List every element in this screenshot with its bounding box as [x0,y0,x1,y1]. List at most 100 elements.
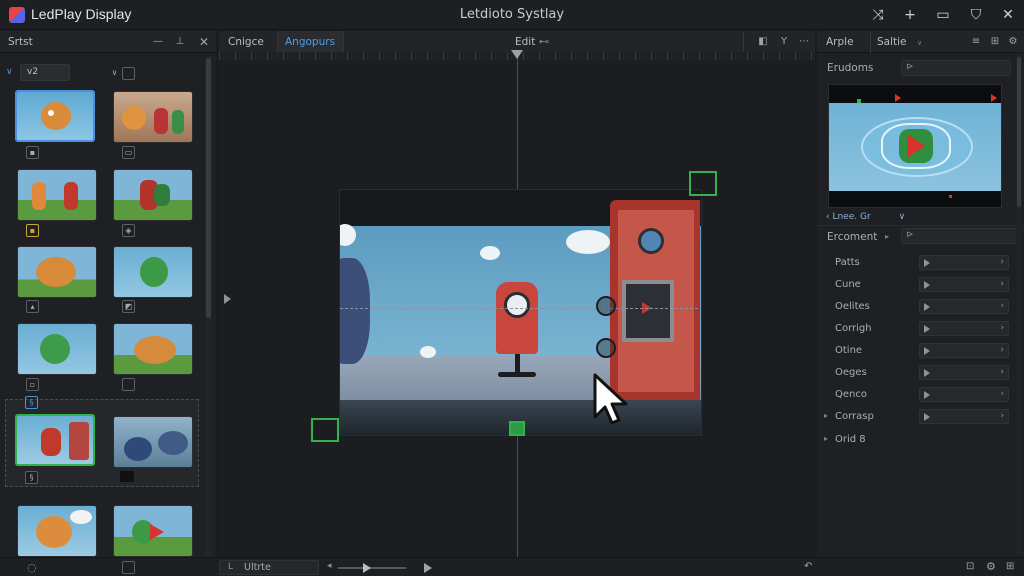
clip-type-icon: ◩ [122,300,135,313]
media-thumbnail[interactable] [113,323,193,375]
resize-handle-bottom-left[interactable] [311,418,339,442]
filter-icon[interactable]: Y [777,35,791,49]
prop-label-oeges: Oeges [835,367,867,378]
grid-icon[interactable]: ⊞ [988,35,1002,49]
chevron-right-icon[interactable]: ▸ [824,411,828,420]
tab-saltie[interactable]: Saltie [877,36,907,48]
clip-type-icon: ▭ [122,146,135,159]
media-thumbnail[interactable] [113,505,193,557]
effect-preview[interactable] [828,84,1002,208]
timeline-marker-icon: ᒪ [228,562,234,572]
scene-preview[interactable] [339,189,702,436]
tab-angopurs-bg[interactable]: Angopurs [277,31,344,53]
media-thumbnail[interactable] [17,505,97,557]
prop-field-cune[interactable]: › [919,277,1009,292]
prop-field-corrigh[interactable]: › [919,321,1009,336]
undo-icon[interactable]: ↶ [804,561,812,572]
timeline-field[interactable]: ᒪ Ultrte [219,560,319,575]
clip-type-icon: ◈ [122,224,135,237]
media-thumbnail[interactable] [17,246,97,298]
layer-icon[interactable] [122,561,135,574]
collapse-icon[interactable]: ⤨ [869,6,887,24]
chevron-right-icon[interactable]: ▸ [824,434,828,443]
resize-handle-top-right[interactable] [689,171,717,196]
media-panel-title: Srtst [8,36,33,48]
new-folder-icon[interactable] [122,67,135,80]
scrub-track[interactable] [338,567,406,569]
media-thumbnail[interactable] [113,91,193,143]
media-scrollbar[interactable] [205,56,212,556]
media-thumbnail[interactable] [113,246,193,298]
chevron-down-icon[interactable]: ∨ [899,212,906,222]
media-panel: Srtst — ⊥ ✕ ∨ v2 ∨ ▪ ▭ ▪ ◈ ▴ ◩ ▫ § § [0,31,216,557]
section-erudoms-field[interactable]: ⊳ [901,60,1011,76]
plus-icon[interactable]: + [901,6,919,24]
prop-label-corrasp: Corrasp [835,411,874,422]
link-icon[interactable]: § [25,396,38,409]
next-icon[interactable] [424,563,432,573]
title-bar: LedPlay Display Letdioto Systlay ⤨ + ▭ ⛉… [0,0,1024,30]
rotate-handle[interactable] [596,338,616,358]
clip-type-icon: ▴ [26,300,39,313]
properties-scrollbar-thumb[interactable] [1017,57,1021,207]
export-icon[interactable]: ⊡ [966,561,974,572]
mouse-cursor-icon [593,373,628,425]
rotate-handle[interactable] [596,296,616,316]
save-icon[interactable]: ▭ [934,6,952,24]
minimize-icon[interactable]: — [151,35,165,49]
tab-cnigce[interactable]: Cnigce [228,36,264,48]
resize-handle-bottom[interactable] [509,421,525,436]
prop-label-orid: Orid 8 [835,434,866,445]
refresh-icon[interactable]: ◌ [27,561,37,574]
edit-menu[interactable]: Edit ⊷ [515,36,549,48]
guide-marker-icon[interactable] [224,294,231,304]
prop-label-oelites: Oelites [835,301,870,312]
section-erudoms-title: Erudoms [827,62,874,74]
prop-field-oeges[interactable]: › [919,365,1009,380]
status-bar: ◌ ᒪ Ultrte ◂ ↶ ⊡ ⚙ ⊞ [0,557,1024,576]
edit-arrow: ⊷ [538,36,550,48]
section-ercoment-title: Ercoment [827,231,878,243]
prop-label-patts: Patts [835,257,860,268]
properties-scrollbar[interactable] [1016,55,1022,555]
filter-input[interactable]: v2 [20,64,70,81]
pin-icon[interactable]: ⊥ [173,35,187,49]
play-icon[interactable] [363,563,371,573]
media-thumbnail[interactable] [113,416,193,468]
media-thumbnail[interactable] [113,169,193,221]
settings-icon[interactable]: ⚙ [1006,35,1020,49]
grid-icon[interactable]: ⊞ [1006,561,1014,572]
section-ercoment-field[interactable]: ⊳ [901,228,1021,244]
media-thumbnail[interactable] [17,323,97,375]
clip-type-icon [120,471,134,482]
settings-icon[interactable]: ⚙ [986,560,996,573]
preview-caption-text: Lnee. Gr [832,212,871,222]
tab-angopurs[interactable]: Angopurs [285,36,335,48]
prop-label-cune: Cune [835,279,861,290]
close-icon[interactable]: ✕ [999,6,1017,24]
chevron-down-icon[interactable]: ∨ [917,39,922,47]
chevron-down-icon[interactable]: ∨ [108,67,121,80]
media-thumbnail[interactable] [15,90,95,142]
more-icon[interactable]: ⋯ [797,35,811,49]
prop-field-oelites[interactable]: › [919,299,1009,314]
panel-close-icon[interactable]: ✕ [197,35,211,49]
divider [743,31,744,53]
shield-icon[interactable]: ⛉ [967,6,985,24]
prop-field-patts[interactable]: › [919,255,1009,270]
properties-header: Arple Saltie ∨ ≡ ⊞ ⚙ [817,31,1024,53]
prop-field-otine[interactable]: › [919,343,1009,358]
chevron-right-icon[interactable]: ▸ [885,232,889,241]
prev-icon[interactable]: ◂ [327,561,332,571]
media-scrollbar-thumb[interactable] [206,58,211,318]
layout-icon[interactable]: ◧ [756,35,770,49]
tab-arple[interactable]: Arple [826,36,854,48]
media-thumbnail-selected[interactable] [15,414,95,466]
prop-field-qenco[interactable]: › [919,387,1009,402]
guide-marker-icon[interactable] [511,50,523,59]
prop-label-corrigh: Corrigh [835,323,872,334]
prop-field-corrasp[interactable]: › [919,409,1009,424]
media-thumbnail[interactable] [17,169,97,221]
list-icon[interactable]: ≡ [969,35,983,49]
chevron-down-icon[interactable]: ∨ [6,67,13,77]
